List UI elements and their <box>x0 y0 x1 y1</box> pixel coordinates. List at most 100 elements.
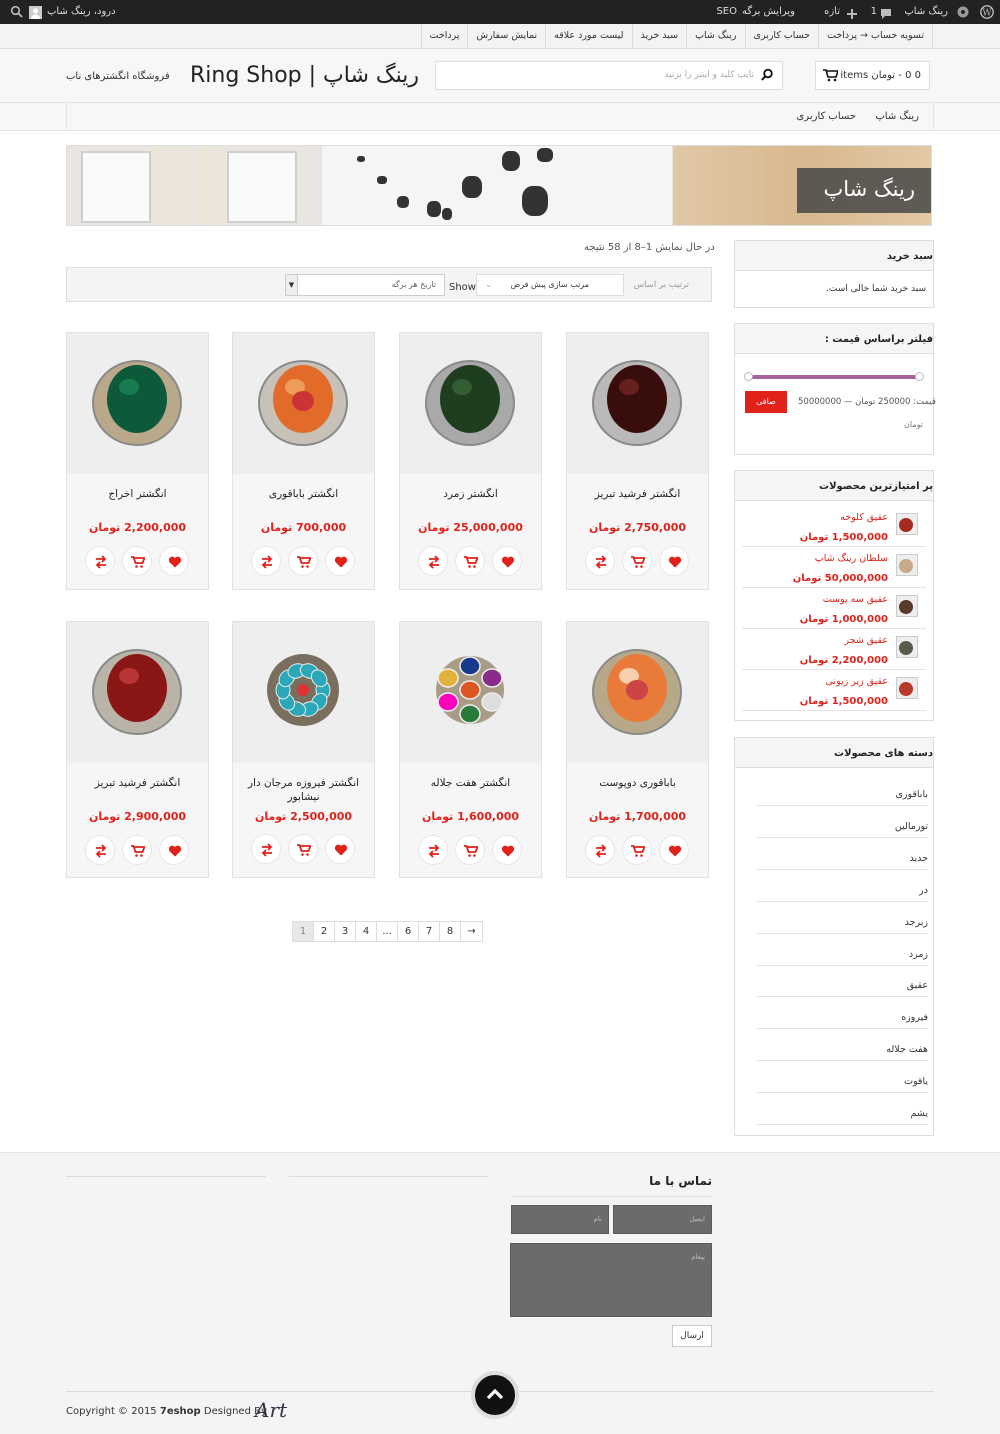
sort-select[interactable]: مرتب سازی پیش فرض ⌄ <box>476 274 624 296</box>
price-slider-min-handle[interactable] <box>744 372 753 381</box>
product-card[interactable]: باباقوری دوپوست 1,700,000 تومان <box>566 621 709 878</box>
search-icon[interactable] <box>10 5 24 19</box>
wishlist-button[interactable] <box>325 834 355 864</box>
top-rated-name[interactable]: عقیق سه پوست <box>823 594 888 605</box>
add-to-cart-button[interactable] <box>455 835 485 865</box>
compare-button[interactable] <box>251 834 281 864</box>
copyright-brand[interactable]: 7eshop <box>160 1406 201 1417</box>
category-item[interactable]: تورمالین <box>756 806 928 838</box>
product-name[interactable]: انگشتر فیروزه مرجان دار نیشابور <box>237 776 370 804</box>
product-card[interactable]: انگشتر فیروزه مرجان دار نیشابور 2,500,000… <box>232 621 375 878</box>
page-number[interactable]: 8 <box>440 922 461 941</box>
wordpress-icon[interactable]: W <box>980 5 994 19</box>
per-page-select[interactable]: تاریخ هر برگه ▼ <box>285 274 445 296</box>
product-name[interactable]: باباقوری دوپوست <box>571 776 704 790</box>
site-name-link[interactable]: رینگ شاپ <box>904 0 948 24</box>
search-icon[interactable] <box>760 68 774 85</box>
compare-button[interactable] <box>418 835 448 865</box>
top-rated-item[interactable]: سلطان رینگ شاپ 50,000,000 تومان <box>742 547 926 588</box>
top-rated-name[interactable]: عقیق شجر <box>844 635 888 646</box>
category-label[interactable]: یاقوت <box>904 1076 928 1087</box>
top-rated-item[interactable]: عقیق شجر 2,200,000 تومان <box>742 629 926 670</box>
header-cart[interactable]: 0 0 - تومان items <box>815 61 930 90</box>
seo-link[interactable]: SEO <box>716 0 737 24</box>
page-number[interactable]: 6 <box>398 922 419 941</box>
top-rated-item[interactable]: عقیق سه پوست 1,000,000 تومان <box>742 588 926 629</box>
page-number[interactable]: 4 <box>356 922 377 941</box>
add-to-cart-button[interactable] <box>622 546 652 576</box>
category-item[interactable]: هفت جلاله <box>756 1029 928 1062</box>
category-label[interactable]: تورمالین <box>895 821 928 832</box>
topnav-item[interactable]: رینگ شاپ <box>686 24 744 49</box>
category-label[interactable]: باباقوری <box>895 789 928 800</box>
page-number[interactable]: 7 <box>419 922 440 941</box>
plus-icon[interactable] <box>846 6 858 19</box>
category-item[interactable]: یاقوت <box>756 1061 928 1094</box>
wishlist-button[interactable] <box>159 546 189 576</box>
topnav-item[interactable]: پرداخت <box>420 24 468 49</box>
category-item[interactable]: عقیق <box>756 965 928 998</box>
product-card[interactable]: انگشتر باباقوری 700,000 تومان <box>232 332 375 590</box>
compare-button[interactable] <box>418 546 448 576</box>
compare-button[interactable] <box>585 546 615 576</box>
category-item[interactable]: یشم <box>756 1093 928 1125</box>
comments-icon[interactable] <box>880 6 892 19</box>
add-to-cart-button[interactable] <box>288 546 318 576</box>
avatar[interactable] <box>29 5 42 19</box>
product-name[interactable]: انگشتر فرشید تبریز <box>571 487 704 501</box>
product-card[interactable]: انگشتر فرشید تبریز 2,750,000 تومان <box>566 332 709 590</box>
search-input[interactable]: تایپ کلید و اینتر را بزنید <box>435 61 783 90</box>
compare-button[interactable] <box>585 835 615 865</box>
name-field[interactable]: نام <box>511 1205 609 1234</box>
topnav-item[interactable]: حساب کاربری <box>744 24 819 49</box>
compare-button[interactable] <box>85 546 115 576</box>
top-rated-item[interactable]: عقیق زیر زیونی 1,500,000 تومان <box>742 670 926 711</box>
filter-button[interactable]: صافی <box>745 391 787 413</box>
page-number[interactable]: 3 <box>335 922 356 941</box>
wishlist-button[interactable] <box>492 546 522 576</box>
category-item[interactable]: حدید <box>756 838 928 870</box>
next-page-button[interactable]: → <box>461 922 482 941</box>
category-item[interactable]: باباقوری <box>756 774 928 806</box>
topnav-item[interactable]: تسویه حساب → پرداخت <box>818 24 933 49</box>
edit-page-link[interactable]: ویرایش برگه <box>742 0 795 24</box>
wishlist-button[interactable] <box>325 546 355 576</box>
add-to-cart-button[interactable] <box>122 546 152 576</box>
topnav-item[interactable]: سبد خرید <box>631 24 687 49</box>
product-name[interactable]: انگشتر فرشید تبریز <box>71 776 204 790</box>
comments-count[interactable]: 1 <box>871 0 877 24</box>
product-card[interactable]: انگشتر زمرد 25,000,000 تومان <box>399 332 542 590</box>
site-title[interactable]: Ring Shop | رینگ شاپ <box>190 63 419 88</box>
top-rated-thumbnail[interactable] <box>896 595 918 617</box>
send-button[interactable]: ارسال <box>672 1325 712 1347</box>
product-name[interactable]: انگشتر اخراج <box>71 487 204 501</box>
top-rated-thumbnail[interactable] <box>896 554 918 576</box>
category-item[interactable]: فیروزه <box>756 997 928 1030</box>
category-label[interactable]: در <box>919 885 928 896</box>
category-label[interactable]: هفت جلاله <box>886 1044 928 1055</box>
top-rated-thumbnail[interactable] <box>896 636 918 658</box>
product-image[interactable] <box>233 622 374 763</box>
page-number[interactable]: 1 <box>293 922 314 941</box>
price-slider-max-handle[interactable] <box>915 372 924 381</box>
category-item[interactable]: زمرد <box>756 934 928 966</box>
category-label[interactable]: یشم <box>911 1108 928 1119</box>
product-image[interactable] <box>567 333 708 474</box>
add-to-cart-button[interactable] <box>622 835 652 865</box>
topnav-item[interactable]: لیست مورد علاقه <box>545 24 631 49</box>
wishlist-button[interactable] <box>159 835 189 865</box>
product-image[interactable] <box>233 333 374 474</box>
designer-signature-logo[interactable]: Art <box>255 1398 287 1422</box>
top-rated-name[interactable]: سلطان رینگ شاپ <box>815 553 888 564</box>
page-number[interactable]: 2 <box>314 922 335 941</box>
product-image[interactable] <box>400 622 541 763</box>
category-label[interactable]: حدید <box>910 853 929 864</box>
category-label[interactable]: زمرد <box>909 949 928 960</box>
topnav-item[interactable]: نمایش سفارش <box>467 24 545 49</box>
product-image[interactable] <box>400 333 541 474</box>
product-card[interactable]: انگشتر فرشید تبریز 2,900,000 تومان <box>66 621 209 878</box>
top-rated-name[interactable]: عقیق زیر زیونی <box>826 676 888 687</box>
wishlist-button[interactable] <box>492 835 522 865</box>
back-to-top-button[interactable] <box>471 1371 519 1419</box>
category-label[interactable]: زبرجد <box>905 917 928 928</box>
